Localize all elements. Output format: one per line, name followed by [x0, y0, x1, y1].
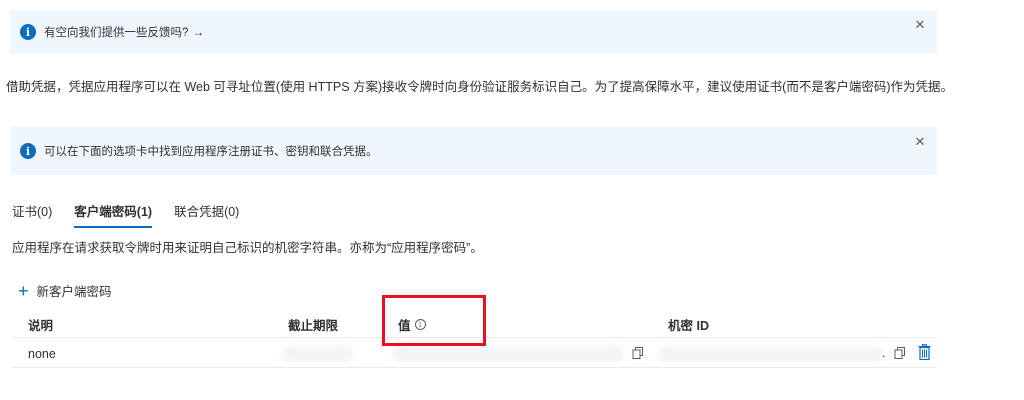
copy-icon[interactable]	[894, 347, 906, 359]
feedback-banner: i 有空向我们提供一些反馈吗? → ✕	[10, 10, 937, 54]
tab-certificates[interactable]: 证书(0)	[12, 201, 52, 226]
new-client-secret-label: 新客户端密码	[36, 285, 112, 299]
close-icon[interactable]: ✕	[913, 18, 927, 32]
column-secret-id: 机密 ID	[668, 319, 709, 333]
info-banner-text: 可以在下面的选项卡中找到应用程序注册证书、密钥和联合凭据。	[44, 146, 378, 158]
secret-description: none	[28, 347, 56, 361]
client-secret-description: 应用程序在请求获取令牌时用来证明自己标识的机密字符串。亦称为“应用程序密码”。	[12, 241, 483, 255]
redacted-expires	[282, 346, 354, 362]
redacted-secret-id	[658, 346, 884, 362]
copy-icon[interactable]	[632, 347, 644, 359]
credentials-description: 借助凭据，凭据应用程序可以在 Web 可寻址位置(使用 HTTPS 方案)接收令…	[6, 80, 953, 94]
close-icon[interactable]: ✕	[913, 135, 927, 149]
info-banner: i 可以在下面的选项卡中找到应用程序注册证书、密钥和联合凭据。 ✕	[10, 127, 937, 175]
tab-client-secrets[interactable]: 客户端密码(1)	[74, 201, 152, 228]
trash-icon[interactable]	[918, 344, 931, 360]
tab-federated-credentials[interactable]: 联合凭据(0)	[174, 201, 239, 226]
arrow-right-icon: →	[192, 25, 205, 39]
secret-id-suffix: .	[882, 346, 886, 360]
feedback-text: 有空向我们提供一些反馈吗?	[44, 27, 189, 39]
info-icon: i	[20, 24, 36, 40]
column-description: 说明	[28, 319, 54, 333]
redacted-value	[392, 346, 624, 362]
highlight-annotation	[382, 295, 486, 346]
plus-icon: +	[18, 280, 29, 301]
info-icon: i	[20, 143, 36, 159]
credential-tabs: 证书(0) 客户端密码(1) 联合凭据(0)	[12, 201, 239, 228]
feedback-link[interactable]: 有空向我们提供一些反馈吗? →	[44, 24, 204, 40]
new-client-secret-button[interactable]: + 新客户端密码	[18, 281, 112, 300]
column-expires: 截止期限	[288, 319, 339, 333]
